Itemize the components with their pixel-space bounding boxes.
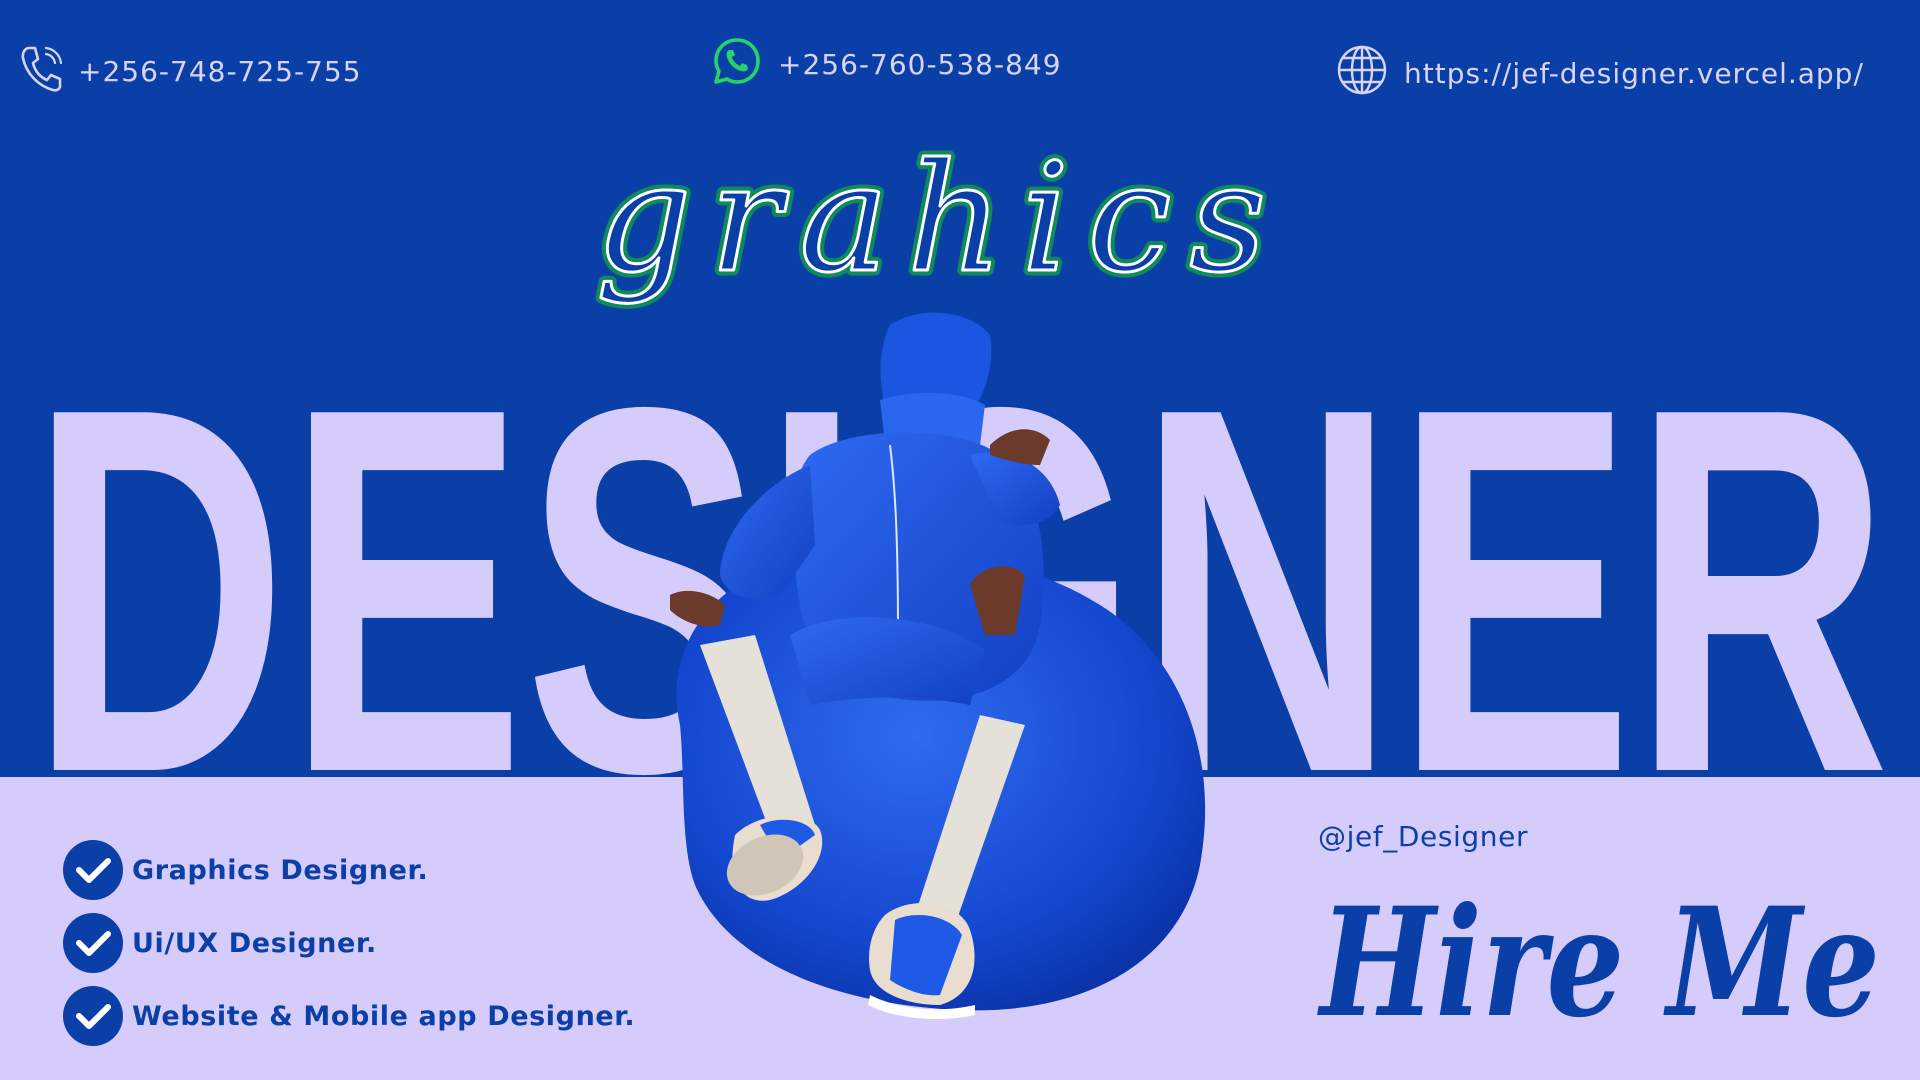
list-item: Ui/UX Designer. [62, 913, 635, 973]
hire-me-button[interactable]: Hire Me [1310, 865, 1910, 1065]
check-circle-icon [63, 986, 123, 1046]
check-circle-icon [63, 913, 123, 973]
globe-icon [1336, 44, 1388, 103]
hire-me-label: Hire Me [1317, 875, 1880, 1051]
seated-figure-illustration [670, 312, 1206, 1020]
script-word-inner: grahics [596, 132, 1285, 306]
list-item: Website & Mobile app Designer. [62, 986, 635, 1046]
social-handle[interactable]: @jef_Designer [1318, 820, 1528, 853]
whatsapp-icon [712, 36, 762, 93]
hat [880, 312, 992, 445]
phone-contact[interactable]: +256-748-725-755 [20, 44, 362, 99]
service-label: Ui/UX Designer. [132, 927, 377, 959]
phone-number: +256-748-725-755 [78, 55, 362, 88]
services-list: Graphics Designer. Ui/UX Designer. Websi… [62, 840, 635, 1059]
website-contact[interactable]: https://jef-designer.vercel.app/ [1336, 44, 1864, 103]
service-label: Graphics Designer. [132, 854, 429, 886]
website-url: https://jef-designer.vercel.app/ [1404, 57, 1864, 90]
check-circle-icon [63, 840, 123, 900]
whatsapp-number: +256-760-538-849 [778, 48, 1062, 81]
poster: +256-748-725-755 +256-760-538-849 https:… [0, 0, 1920, 1080]
list-item: Graphics Designer. [62, 840, 635, 900]
service-label: Website & Mobile app Designer. [132, 1000, 636, 1032]
phone-icon [20, 44, 63, 99]
whatsapp-contact[interactable]: +256-760-538-849 [712, 36, 1062, 93]
